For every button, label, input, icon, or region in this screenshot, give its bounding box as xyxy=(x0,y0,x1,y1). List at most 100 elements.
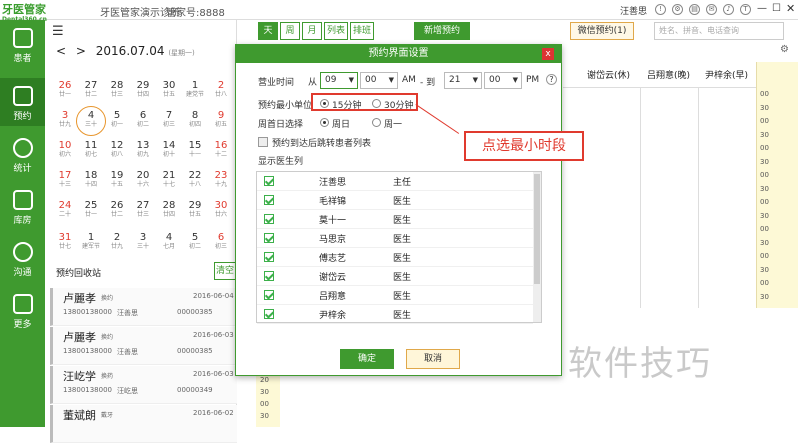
doctor-checkbox[interactable] xyxy=(264,233,274,243)
tab-view[interactable]: 月 xyxy=(302,22,322,40)
calendar-day[interactable]: 13 初九 xyxy=(130,140,156,158)
calendar-day[interactable]: 30 廿六 xyxy=(208,200,234,218)
week-sun-radio[interactable] xyxy=(320,118,329,127)
doctor-checkbox[interactable] xyxy=(264,271,274,281)
calendar-day[interactable]: 29 廿五 xyxy=(182,200,208,218)
calendar-day[interactable]: 2 廿八 xyxy=(208,80,234,98)
doctor-row[interactable]: 谢岱云 医生 xyxy=(257,267,533,286)
bell-icon[interactable]: ♪ xyxy=(723,4,734,15)
calendar-day[interactable]: 23 十九 xyxy=(208,170,234,188)
dialog-close-button[interactable]: x xyxy=(542,48,554,60)
calendar-day[interactable]: 28 廿四 xyxy=(156,200,182,218)
calendar-day[interactable]: 26 廿一 xyxy=(52,80,78,98)
gear-icon[interactable]: ⚙ xyxy=(780,44,789,55)
shirt-icon[interactable]: T xyxy=(740,4,751,15)
calendar-day[interactable]: 1 建党节 xyxy=(182,80,208,98)
settings-icon[interactable]: ⚙ xyxy=(672,4,683,15)
new-appointment-button[interactable]: 新增预约 xyxy=(414,22,470,40)
close-window-icon[interactable]: ✕ xyxy=(786,2,795,15)
search-input[interactable]: 姓名、拼音、电话查询 xyxy=(654,22,784,40)
calendar-day[interactable]: 17 十三 xyxy=(52,170,78,188)
sidebar-item-warehouse[interactable]: 库房 xyxy=(0,182,45,230)
calendar-day[interactable]: 10 初六 xyxy=(52,140,78,158)
sidebar-item-stats[interactable]: 统计 xyxy=(0,130,45,178)
doctor-checkbox[interactable] xyxy=(264,214,274,224)
doctor-row[interactable]: 汪善思 主任 xyxy=(257,172,533,191)
maximize-icon[interactable]: ☐ xyxy=(772,3,781,14)
sidebar-item-more[interactable]: 更多 xyxy=(0,286,45,334)
recycle-record[interactable]: 卢麗孝 换约 2016-06-04 13800138000 汪善思 00000385 xyxy=(50,288,237,326)
calendar-day[interactable]: 5 初一 xyxy=(104,110,130,128)
doctor-checkbox[interactable] xyxy=(264,195,274,205)
calendar-day[interactable]: 21 十七 xyxy=(156,170,182,188)
prev-month-button[interactable]: < xyxy=(56,44,66,58)
tab-view[interactable]: 周 xyxy=(280,22,300,40)
calendar-day[interactable]: 18 十四 xyxy=(78,170,104,188)
calendar-day[interactable]: 6 初二 xyxy=(130,110,156,128)
week-mon-label[interactable]: 周一 xyxy=(384,117,402,130)
calendar-day[interactable]: 3 三十 xyxy=(130,232,156,250)
calendar-day[interactable]: 2 廿九 xyxy=(104,232,130,250)
from-minute-select[interactable]: 00 ▼ xyxy=(360,72,398,89)
calendar-day[interactable]: 7 初三 xyxy=(156,110,182,128)
recycle-record[interactable]: 卢麗孝 换约 2016-06-03 13800138000 汪善思 00000385 xyxy=(50,327,237,365)
calendar-day[interactable]: 4 三十 xyxy=(78,110,104,128)
calendar-day[interactable]: 16 十二 xyxy=(208,140,234,158)
recycle-record[interactable]: 汪屹学 换药 2016-06-03 13800138000 汪屹思 00000349 xyxy=(50,366,237,404)
calendar-day[interactable]: 31 廿七 xyxy=(52,232,78,250)
calendar-day[interactable]: 24 二十 xyxy=(52,200,78,218)
week-mon-radio[interactable] xyxy=(372,118,381,127)
to-minute-select[interactable]: 00 ▼ xyxy=(484,72,522,89)
scrollbar-thumb[interactable] xyxy=(534,174,540,284)
calendar-day[interactable]: 28 廿三 xyxy=(104,80,130,98)
calendar-day[interactable]: 22 十八 xyxy=(182,170,208,188)
calendar-day[interactable]: 25 廿一 xyxy=(78,200,104,218)
menu-icon[interactable]: ☰ xyxy=(52,24,66,39)
doctor-checkbox[interactable] xyxy=(264,290,274,300)
doctor-row[interactable]: 毛祥锦 医生 xyxy=(257,191,533,210)
help-icon[interactable]: ? xyxy=(546,74,557,85)
schedule-grid[interactable] xyxy=(563,88,756,308)
calendar-day[interactable]: 5 初二 xyxy=(182,232,208,250)
doctor-checkbox[interactable] xyxy=(264,309,274,319)
doctor-row[interactable]: 莫十一 医生 xyxy=(257,210,533,229)
doctor-row[interactable]: 马思京 医生 xyxy=(257,229,533,248)
from-hour-select[interactable]: 09 ▼ xyxy=(320,72,358,89)
doctor-row[interactable]: 傅志艺 医生 xyxy=(257,248,533,267)
calendar-day[interactable]: 6 初三 xyxy=(208,232,234,250)
calendar-day[interactable]: 8 初四 xyxy=(182,110,208,128)
doctor-row[interactable]: 尹梓余 医生 xyxy=(257,305,533,324)
calendar-day[interactable]: 26 廿二 xyxy=(104,200,130,218)
calendar-day[interactable]: 30 廿五 xyxy=(156,80,182,98)
calendar-day[interactable]: 15 十一 xyxy=(182,140,208,158)
ok-button[interactable]: 确定 xyxy=(340,349,394,369)
recycle-record[interactable]: 董斌朗 戴牙 2016-06-02 xyxy=(50,405,237,443)
user-name[interactable]: 汪善思 xyxy=(620,4,647,17)
calendar-day[interactable]: 1 建军节 xyxy=(78,232,104,250)
week-sun-label[interactable]: 周日 xyxy=(332,117,350,130)
calendar-day[interactable]: 9 初五 xyxy=(208,110,234,128)
message-icon[interactable]: ✉ xyxy=(706,4,717,15)
doctor-row[interactable]: 吕翔意 医生 xyxy=(257,286,533,305)
doctor-checkbox[interactable] xyxy=(264,252,274,262)
calendar-day[interactable]: 29 廿四 xyxy=(130,80,156,98)
next-month-button[interactable]: > xyxy=(76,44,86,58)
calendar-day[interactable]: 19 十五 xyxy=(104,170,130,188)
to-hour-select[interactable]: 21 ▼ xyxy=(444,72,482,89)
transfer-checkbox[interactable] xyxy=(258,137,268,147)
printer-icon[interactable]: ▤ xyxy=(689,4,700,15)
sidebar-item-patients[interactable]: 患者 xyxy=(0,20,45,68)
tab-view[interactable]: 排班 xyxy=(350,22,374,40)
calendar-day[interactable]: 3 廿九 xyxy=(52,110,78,128)
sidebar-item-appointments[interactable]: 预约 xyxy=(0,78,45,126)
tab-view[interactable]: 天 xyxy=(258,22,278,40)
sidebar-item-chat[interactable]: 沟通 xyxy=(0,234,45,282)
notify-icon[interactable]: ! xyxy=(655,4,666,15)
calendar-day[interactable]: 11 初七 xyxy=(78,140,104,158)
wechat-appointment-button[interactable]: 微信预约(1) xyxy=(570,22,634,40)
clear-button[interactable]: 清空 xyxy=(214,262,236,280)
calendar-day[interactable]: 27 廿二 xyxy=(78,80,104,98)
calendar-day[interactable]: 27 廿三 xyxy=(130,200,156,218)
calendar-day[interactable]: 12 初八 xyxy=(104,140,130,158)
tab-view[interactable]: 列表 xyxy=(324,22,348,40)
